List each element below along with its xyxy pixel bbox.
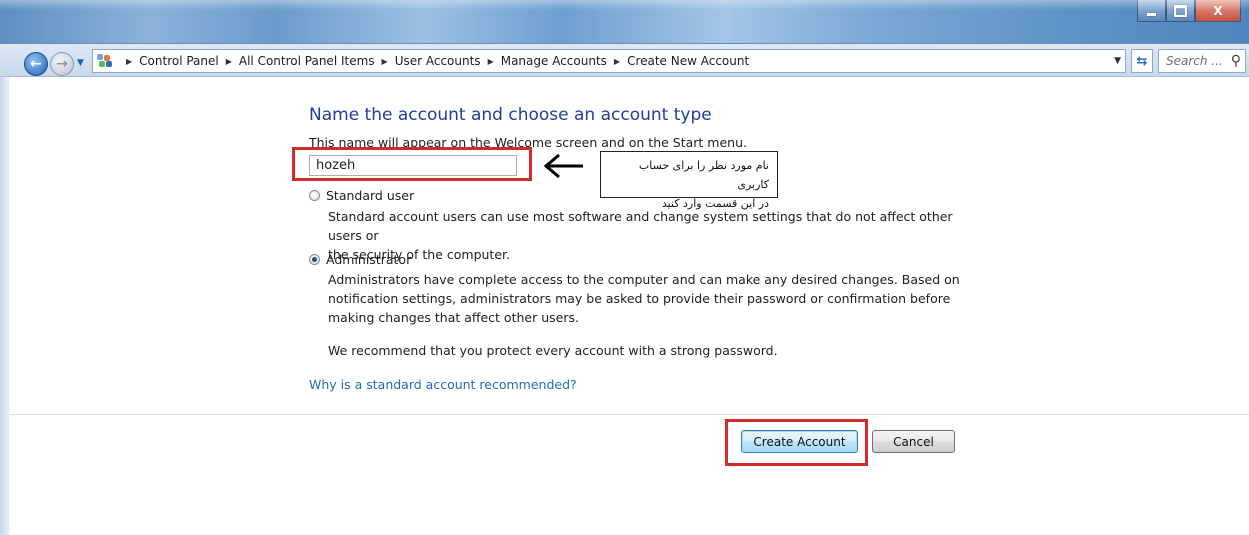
back-arrow-icon: ← [30,56,42,72]
minimize-icon [1147,13,1156,16]
breadcrumb-separator-icon[interactable]: ▶ [226,57,232,66]
refresh-icon: ⇆ [1136,53,1148,69]
description-line: notification settings, administrators ma… [328,291,951,306]
window-controls: X [1137,0,1241,22]
control-panel-icon [97,54,113,68]
back-button[interactable]: ← [24,52,48,76]
administrator-description: Administrators have complete access to t… [328,270,978,327]
breadcrumb-separator-icon[interactable]: ▶ [126,57,132,66]
forward-button[interactable]: → [50,52,74,76]
breadcrumb-control-panel[interactable]: Control Panel [139,54,219,68]
description-line: Administrators have complete access to t… [328,272,960,287]
search-input[interactable] [1166,54,1224,68]
annotation-arrow-icon [543,153,583,179]
breadcrumb: ▶ Control Panel ▶ All Control Panel Item… [119,54,749,68]
highlight-create-button [725,419,868,466]
breadcrumb-separator-icon[interactable]: ▶ [382,57,388,66]
minimize-button[interactable] [1137,0,1166,22]
breadcrumb-manage-accounts[interactable]: Manage Accounts [501,54,607,68]
administrator-option[interactable]: Administrator [309,252,411,267]
standard-user-option[interactable]: Standard user [309,188,414,203]
search-icon[interactable]: ⚲ [1231,53,1241,69]
divider [10,414,1249,415]
breadcrumb-all-control-panel-items[interactable]: All Control Panel Items [239,54,375,68]
description-line: making changes that affect other users. [328,310,579,325]
password-recommendation: We recommend that you protect every acco… [328,343,778,358]
standard-user-radio[interactable] [309,190,320,201]
address-dropdown-icon[interactable]: ▼ [1114,56,1121,66]
window-title-bar: X [0,0,1249,44]
left-edge-strip [0,77,10,535]
breadcrumb-create-new-account[interactable]: Create New Account [627,54,749,68]
navigation-bar: ← → ▼ ▶ Control Panel ▶ All Control Pane… [0,44,1249,77]
refresh-button[interactable]: ⇆ [1131,49,1153,73]
close-button[interactable]: X [1195,0,1241,22]
administrator-radio[interactable] [309,254,320,265]
help-link[interactable]: Why is a standard account recommended? [309,377,577,392]
maximize-button[interactable] [1166,0,1195,22]
breadcrumb-user-accounts[interactable]: User Accounts [395,54,481,68]
search-box[interactable]: ⚲ [1158,49,1246,73]
administrator-label[interactable]: Administrator [326,252,411,267]
close-icon: X [1213,3,1223,18]
breadcrumb-separator-icon[interactable]: ▶ [488,57,494,66]
annotation-line-1: نام مورد نظر را برای حساب کاربری [638,159,769,191]
description-line: Standard account users can use most soft… [328,209,953,243]
maximize-icon [1174,4,1187,17]
breadcrumb-separator-icon[interactable]: ▶ [614,57,620,66]
page-title: Name the account and choose an account t… [309,105,712,125]
recent-pages-dropdown-icon[interactable]: ▼ [77,58,84,68]
address-bar[interactable]: ▶ Control Panel ▶ All Control Panel Item… [92,49,1126,73]
description-line: the security of the computer. [328,247,510,262]
annotation-note: نام مورد نظر را برای حساب کاربری در این … [600,151,778,210]
standard-user-label[interactable]: Standard user [326,188,414,203]
cancel-button[interactable]: Cancel [872,430,955,453]
standard-user-description: Standard account users can use most soft… [328,207,978,264]
forward-arrow-icon: → [56,56,68,72]
highlight-name-input [292,147,532,181]
